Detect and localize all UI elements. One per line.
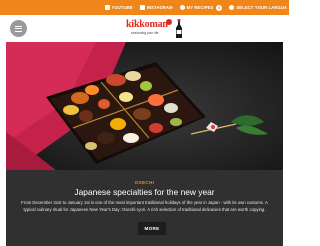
article-panel: OSECHI Japanese specialties for the new … — [6, 170, 283, 246]
youtube-icon — [104, 5, 110, 10]
youtube-link[interactable]: YOUTUBE — [104, 5, 133, 10]
article-kicker: OSECHI — [134, 180, 155, 185]
article-title[interactable]: Japanese specialties for the new year — [6, 187, 283, 197]
instagram-link[interactable]: INSTAGRAM — [139, 5, 173, 10]
globe-icon — [229, 5, 235, 10]
article-description: From December 31st to January 1st is one… — [21, 200, 268, 212]
instagram-label: INSTAGRAM — [146, 5, 173, 10]
youtube-label: YOUTUBE — [111, 5, 133, 10]
my-recipes-link[interactable]: MY RECIPES 0 — [179, 4, 223, 11]
logo-tagline: seasoning your life — [131, 31, 159, 35]
menu-button[interactable] — [10, 20, 27, 37]
language-selector[interactable]: SELECT YOUR LANGUA — [229, 5, 287, 10]
logo-emblem-icon — [166, 19, 172, 25]
instagram-icon — [139, 5, 145, 10]
logo-wordmark: kikkoman — [126, 19, 168, 30]
top-utility-bar: YOUTUBE INSTAGRAM MY RECIPES 0 SELECT YO… — [0, 0, 289, 15]
language-label: SELECT YOUR LANGUA — [236, 5, 287, 10]
recipes-count-badge: 0 — [216, 4, 223, 11]
heart-icon — [179, 5, 185, 10]
site-header: kikkoman seasoning your life — [0, 15, 289, 42]
more-button[interactable]: MORE — [138, 222, 166, 235]
hamburger-icon — [15, 25, 22, 27]
hero-image[interactable] — [6, 42, 283, 170]
soy-sauce-bottle-icon — [176, 19, 182, 38]
osechi-photo — [6, 42, 283, 170]
kikkoman-logo[interactable]: kikkoman seasoning your life — [126, 19, 186, 41]
my-recipes-label: MY RECIPES — [186, 5, 214, 10]
